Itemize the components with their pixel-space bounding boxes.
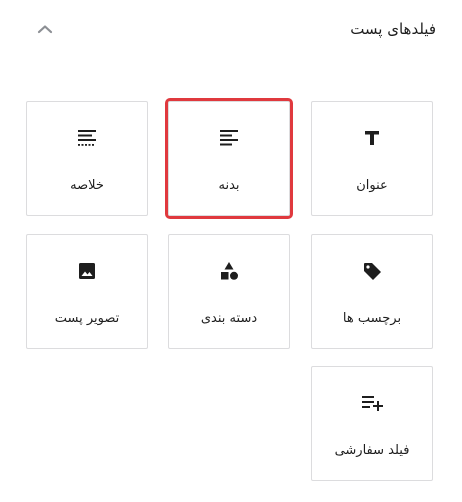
chevron-up-icon [37,24,53,34]
category-shapes-icon [169,259,289,283]
title-icon [312,126,432,150]
field-card-label: خلاصه [70,178,104,193]
list-add-icon [312,391,432,415]
align-left-icon [169,126,289,150]
field-card-label: برچسب ها [342,311,402,326]
field-card-custom-field[interactable]: فیلد سفارشی [311,366,433,481]
post-fields-panel: فیلدهای پست عنوان بدنه خلاصه برچسب ها دس… [0,0,462,502]
field-card-label: عنوان [356,178,388,193]
tag-icon [312,259,432,283]
collapse-toggle-button[interactable] [30,14,60,44]
field-card-label: دسته بندی [200,311,258,326]
field-card-title[interactable]: عنوان [311,101,433,216]
field-card-featured-image[interactable]: تصویر پست [26,234,148,349]
field-card-label: بدنه [218,178,240,193]
panel-header[interactable]: فیلدهای پست [0,0,462,62]
field-card-body[interactable]: بدنه [165,98,293,219]
field-card-excerpt[interactable]: خلاصه [26,101,148,216]
field-card-label: تصویر پست [54,311,120,326]
field-card-categories[interactable]: دسته بندی [168,234,290,349]
panel-title: فیلدهای پست [350,20,436,38]
image-icon [27,259,147,283]
excerpt-icon [27,126,147,150]
field-card-tags[interactable]: برچسب ها [311,234,433,349]
field-card-label: فیلد سفارشی [334,443,410,458]
